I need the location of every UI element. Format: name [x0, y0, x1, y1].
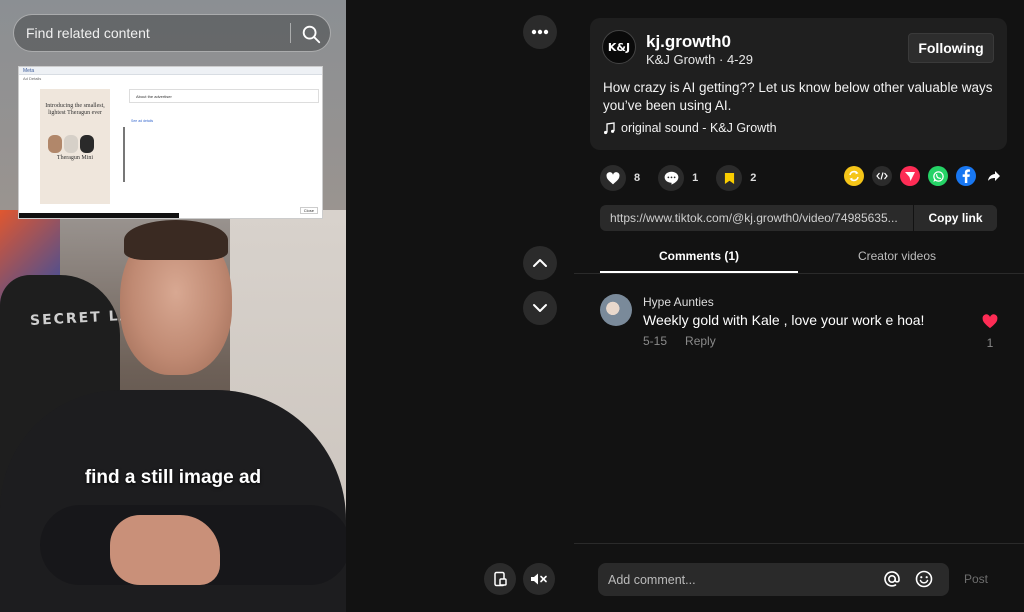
- volume-muted-icon: [531, 573, 547, 585]
- comment-composer: Post: [574, 543, 1024, 612]
- comment-date: 5-15: [643, 334, 668, 348]
- music-note-icon: [604, 121, 615, 134]
- following-button[interactable]: Following: [908, 33, 994, 63]
- original-sound-link[interactable]: original sound - K&J Growth: [603, 121, 777, 135]
- more-icon: [531, 29, 549, 35]
- bookmark-icon: [724, 172, 734, 184]
- mention-icon[interactable]: [882, 569, 902, 589]
- video-caption: find a still image ad: [84, 467, 262, 488]
- ad-close-button: Close: [299, 207, 318, 214]
- comment-bubble-icon: [664, 171, 678, 185]
- video-person-hair: [124, 220, 228, 260]
- ad-panel-link: See ad details: [131, 119, 154, 123]
- comment-meta: 5-15 Reply: [643, 334, 716, 348]
- save-button[interactable]: [716, 165, 743, 191]
- ad-status-bar: [19, 213, 179, 218]
- date-separator: ·: [718, 52, 727, 67]
- ad-screenshot-subbar: Ad Details: [23, 76, 42, 81]
- creator-avatar[interactable]: K&J: [602, 30, 636, 64]
- next-video-button[interactable]: [523, 291, 557, 325]
- ad-library-screenshot: Meta Ad Details Introducing the smallest…: [18, 66, 323, 219]
- embed-button[interactable]: [872, 166, 892, 186]
- copy-link-button[interactable]: Copy link: [913, 205, 997, 231]
- ad-screenshot-brand: Meta: [19, 67, 322, 75]
- embed-code-icon: [876, 172, 888, 180]
- send-to-friends-button[interactable]: [900, 166, 920, 186]
- ad-panel-title: About the advertiser: [129, 89, 319, 103]
- facebook-share-button[interactable]: [956, 166, 976, 186]
- post-info-card: K&J kj.growth0 K&J Growth · 4-29 Followi…: [590, 18, 1007, 150]
- heart-filled-icon[interactable]: [982, 314, 998, 329]
- like-action[interactable]: 8: [600, 165, 640, 191]
- device-icon: [48, 135, 62, 153]
- facebook-icon: [962, 169, 970, 183]
- comment-like-count: 1: [986, 336, 994, 350]
- creator-nickname-date: K&J Growth · 4-29: [646, 52, 753, 67]
- comment-input-box[interactable]: [598, 563, 949, 596]
- video-controls-column: [346, 0, 574, 612]
- like-count: 8: [634, 172, 641, 184]
- panel-tabs: Comments (1) Creator videos: [574, 242, 1024, 274]
- comment-reply-link[interactable]: Reply: [685, 334, 716, 348]
- ad-scrollbar: [123, 127, 125, 182]
- post-comment-button[interactable]: Post: [964, 563, 988, 596]
- like-button[interactable]: [600, 165, 626, 191]
- sound-name: original sound - K&J Growth: [621, 121, 777, 135]
- engagement-bar: 8 1 2: [600, 165, 774, 191]
- creator-username[interactable]: kj.growth0: [646, 32, 731, 52]
- mute-button[interactable]: [523, 563, 555, 595]
- tab-creator-videos[interactable]: Creator videos: [798, 242, 996, 273]
- comment-action[interactable]: 1: [658, 165, 698, 191]
- emoji-icon[interactable]: [914, 569, 934, 589]
- video-link-box: https://www.tiktok.com/@kj.growth0/video…: [600, 205, 997, 231]
- commenter-avatar[interactable]: [600, 294, 632, 326]
- heart-icon: [606, 171, 620, 184]
- post-date: 4-29: [726, 52, 753, 67]
- app-root: SECRET LAB Meta Ad Details Introducing t…: [0, 0, 1024, 612]
- comment-button[interactable]: [658, 165, 685, 191]
- video-url[interactable]: https://www.tiktok.com/@kj.growth0/video…: [610, 205, 910, 231]
- repost-button[interactable]: [844, 166, 864, 186]
- comment-like[interactable]: 1: [980, 314, 1000, 350]
- search-input[interactable]: [26, 15, 291, 51]
- paper-plane-icon: [905, 172, 915, 181]
- video-person-hand: [110, 515, 220, 585]
- save-action[interactable]: 2: [716, 165, 756, 191]
- ad-poster-headline: Introducing the smallest, lightest Thera…: [45, 103, 105, 116]
- share-arrow-icon: [988, 171, 1000, 181]
- floating-player-button[interactable]: [484, 563, 516, 595]
- device-icon: [80, 135, 94, 153]
- details-panel: K&J kj.growth0 K&J Growth · 4-29 Followi…: [574, 0, 1024, 612]
- search-divider: [290, 23, 291, 43]
- comment-count: 1: [692, 172, 699, 184]
- repost-icon: [849, 170, 859, 182]
- more-options-button[interactable]: [523, 15, 557, 49]
- search-icon[interactable]: [300, 23, 322, 45]
- whatsapp-share-button[interactable]: [928, 166, 948, 186]
- comment-input[interactable]: [608, 563, 878, 596]
- pip-icon: [494, 571, 507, 587]
- commenter-username[interactable]: Hype Aunties: [643, 295, 714, 309]
- video-player[interactable]: SECRET LAB Meta Ad Details Introducing t…: [0, 0, 346, 612]
- previous-video-button[interactable]: [523, 246, 557, 280]
- ad-poster-brand: Theragun Mini: [56, 155, 94, 161]
- device-icon: [64, 135, 78, 153]
- chevron-up-icon: [533, 259, 547, 267]
- more-share-button[interactable]: [984, 166, 1004, 186]
- whatsapp-icon: [932, 170, 944, 182]
- tab-comments[interactable]: Comments (1): [600, 242, 798, 273]
- chevron-down-icon: [533, 304, 547, 312]
- comment-item: Hype Aunties Weekly gold with Kale , lov…: [600, 292, 1000, 352]
- comment-text: Weekly gold with Kale , love your work e…: [643, 312, 925, 328]
- save-count: 2: [750, 172, 757, 184]
- share-bar: [844, 166, 1004, 186]
- post-description: How crazy is AI getting?? Let us know be…: [603, 80, 993, 113]
- creator-nickname: K&J Growth: [646, 52, 716, 67]
- related-search[interactable]: [13, 14, 331, 52]
